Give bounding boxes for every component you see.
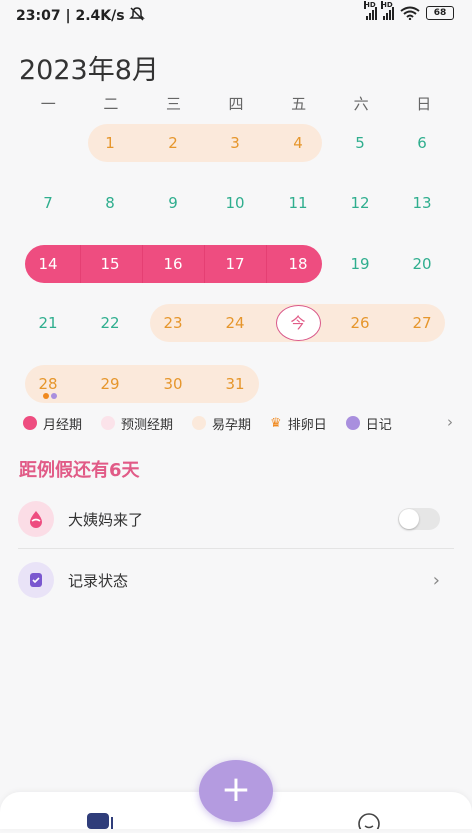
calendar-day[interactable]: 13 xyxy=(392,184,452,222)
calendar-day[interactable]: 19 xyxy=(330,245,390,283)
calendar-day[interactable]: 21 xyxy=(18,304,78,342)
calendar-day[interactable]: 26 xyxy=(330,304,390,342)
calendar-day[interactable]: 16 xyxy=(143,245,203,283)
legend-fertile: 易孕期 xyxy=(192,414,251,433)
calendar-day[interactable]: 23 xyxy=(143,304,203,342)
calendar-day[interactable]: 30 xyxy=(143,365,203,403)
calendar-day[interactable]: 9 xyxy=(143,184,203,222)
calendar-day[interactable]: 7 xyxy=(18,184,78,222)
calendar-day[interactable]: 15 xyxy=(80,245,140,283)
period-came-row[interactable]: 大姨妈来了 xyxy=(18,491,454,547)
calendar-day[interactable]: 2 xyxy=(143,124,203,162)
add-record-button[interactable]: + xyxy=(199,760,273,822)
legend-period: 月经期 xyxy=(23,414,82,433)
legend-ovulation: ♛ 排卵日 xyxy=(270,415,327,433)
calendar-day[interactable]: 3 xyxy=(205,124,265,162)
legend-predicted: 预测经期 xyxy=(101,414,173,433)
divider xyxy=(18,548,454,549)
calendar-day[interactable]: 12 xyxy=(330,184,390,222)
period-dot-icon xyxy=(23,416,37,430)
calendar-day-today[interactable]: 今 xyxy=(268,304,328,342)
calendar-day[interactable]: 18 xyxy=(268,245,328,283)
period-drop-icon xyxy=(18,501,54,537)
calendar-day[interactable]: 14 xyxy=(18,245,78,283)
calendar-day[interactable]: 6 xyxy=(392,124,452,162)
calendar-day[interactable]: 22 xyxy=(80,304,140,342)
predicted-dot-icon xyxy=(101,416,116,430)
calendar-day[interactable]: 29 xyxy=(80,365,140,403)
calendar-day[interactable]: 17 xyxy=(205,245,265,283)
record-status-label: 记录状态 xyxy=(68,571,129,590)
period-countdown: 距例假还有6天 xyxy=(19,460,140,481)
record-status-row[interactable]: 记录状态 › xyxy=(18,552,454,608)
calendar-day[interactable]: 10 xyxy=(205,184,265,222)
period-came-label: 大姨妈来了 xyxy=(68,510,144,529)
day-record-dots xyxy=(43,393,57,399)
calendar-day[interactable]: 4 xyxy=(268,124,328,162)
calendar-day[interactable]: 24 xyxy=(205,304,265,342)
calendar-day[interactable]: 5 xyxy=(330,124,390,162)
crown-icon: ♛ xyxy=(270,415,282,431)
calendar-tab-icon[interactable] xyxy=(86,812,114,829)
legend-diary: 日记 xyxy=(345,414,392,433)
calendar-day[interactable]: 11 xyxy=(268,184,328,222)
chevron-right-icon: › xyxy=(432,569,440,591)
calendar-day[interactable]: 1 xyxy=(80,124,140,162)
chevron-right-icon[interactable]: › xyxy=(447,413,453,431)
smile-tab-icon[interactable] xyxy=(357,812,381,833)
fertile-dot-icon xyxy=(192,416,207,430)
calendar-day[interactable]: 8 xyxy=(80,184,140,222)
calendar-day[interactable]: 31 xyxy=(205,365,265,403)
period-came-toggle[interactable] xyxy=(398,508,440,530)
record-note-icon xyxy=(18,562,54,598)
calendar-grid: 1 2 3 4 5 6 7 8 9 10 11 12 13 14 15 16 1… xyxy=(0,0,472,420)
calendar-day[interactable]: 27 xyxy=(392,304,452,342)
diary-dot-icon xyxy=(345,416,360,430)
calendar-legend[interactable]: 月经期 预测经期 易孕期 ♛ 排卵日 日记 › xyxy=(23,413,463,433)
calendar-day[interactable]: 20 xyxy=(392,245,452,283)
